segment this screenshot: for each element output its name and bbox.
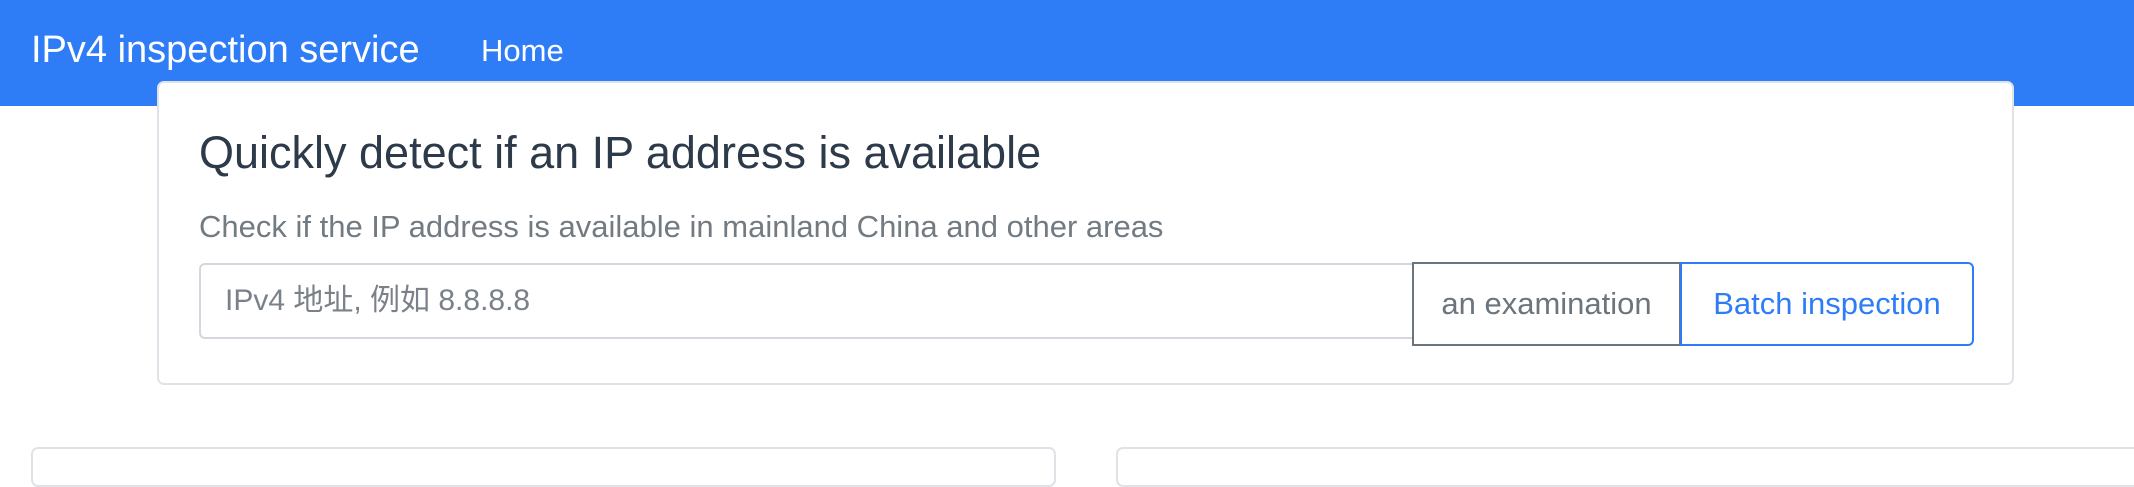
card-subtitle: Check if the IP address is available in …: [199, 209, 1164, 244]
nav-link-home[interactable]: Home: [481, 31, 564, 71]
result-card-right: [1116, 447, 2134, 487]
batch-inspection-button[interactable]: Batch inspection: [1680, 262, 1974, 346]
examination-button[interactable]: an examination: [1412, 262, 1681, 346]
card-title: Quickly detect if an IP address is avail…: [199, 127, 1042, 178]
ip-address-input[interactable]: [199, 263, 1413, 339]
result-card-left: [31, 447, 1056, 487]
inspection-card: Quickly detect if an IP address is avail…: [157, 81, 2014, 385]
navbar-brand[interactable]: IPv4 inspection service: [31, 27, 420, 73]
